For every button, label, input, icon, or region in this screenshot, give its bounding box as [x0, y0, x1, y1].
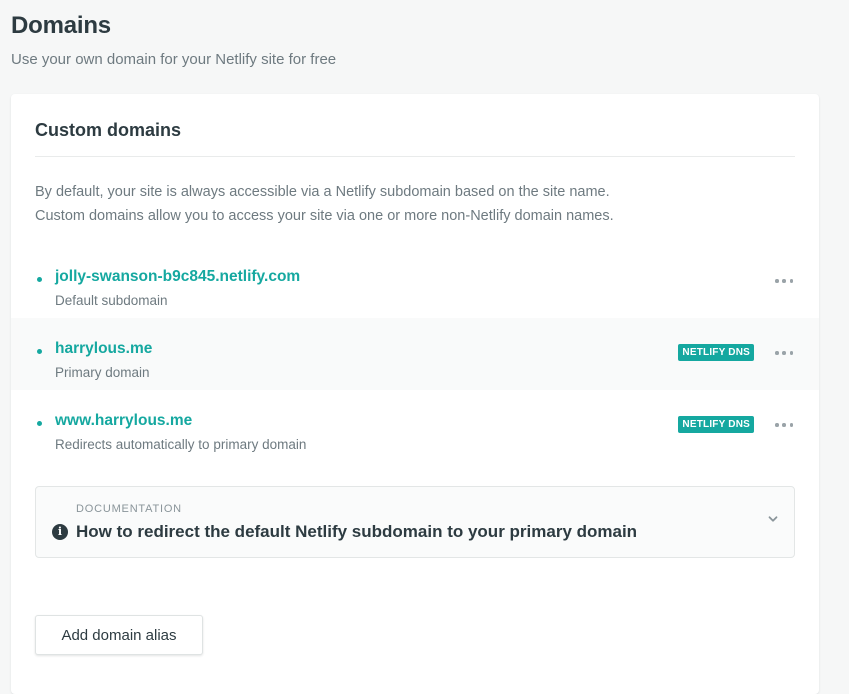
bullet-icon — [37, 421, 42, 426]
domain-row-primary-domain: harrylous.me Primary domain NETLIFY DNS — [11, 318, 819, 390]
card-description: By default, your site is always accessib… — [35, 180, 795, 228]
domain-link[interactable]: jolly-swanson-b9c845.netlify.com — [55, 266, 300, 288]
more-horizontal-icon — [775, 423, 793, 427]
page-header: Domains Use your own domain for your Net… — [11, 10, 811, 70]
netlify-dns-badge: NETLIFY DNS — [678, 416, 754, 433]
description-line: Custom domains allow you to access your … — [35, 208, 614, 224]
bullet-icon — [37, 277, 42, 282]
domain-row-default-subdomain: jolly-swanson-b9c845.netlify.com Default… — [11, 246, 819, 318]
bullet-icon — [37, 349, 42, 354]
documentation-accordion[interactable]: DOCUMENTATION i How to redirect the defa… — [35, 486, 795, 558]
page-subtitle: Use your own domain for your Netlify sit… — [11, 51, 337, 68]
more-horizontal-icon — [775, 279, 793, 283]
custom-domains-card: Custom domains By default, your site is … — [11, 94, 819, 694]
more-options-button[interactable] — [775, 416, 793, 434]
domain-description: Redirects automatically to primary domai… — [55, 437, 307, 452]
info-icon: i — [52, 524, 68, 540]
description-line: By default, your site is always accessib… — [35, 184, 610, 200]
domain-link[interactable]: harrylous.me — [55, 338, 152, 360]
page-title: Domains — [11, 12, 111, 39]
domain-link[interactable]: www.harrylous.me — [55, 410, 192, 432]
netlify-dns-badge: NETLIFY DNS — [678, 344, 754, 361]
domain-description: Default subdomain — [55, 293, 168, 308]
card-heading: Custom domains — [35, 120, 182, 140]
chevron-down-icon[interactable] — [768, 514, 778, 524]
documentation-title: How to redirect the default Netlify subd… — [76, 522, 638, 541]
card-divider — [35, 156, 795, 157]
documentation-label: DOCUMENTATION — [76, 503, 182, 515]
domain-row-www-domain: www.harrylous.me Redirects automatically… — [11, 390, 819, 462]
add-domain-alias-button[interactable]: Add domain alias — [35, 615, 203, 655]
more-horizontal-icon — [775, 351, 793, 355]
more-options-button[interactable] — [775, 272, 793, 290]
more-options-button[interactable] — [775, 344, 793, 362]
domain-description: Primary domain — [55, 365, 150, 380]
